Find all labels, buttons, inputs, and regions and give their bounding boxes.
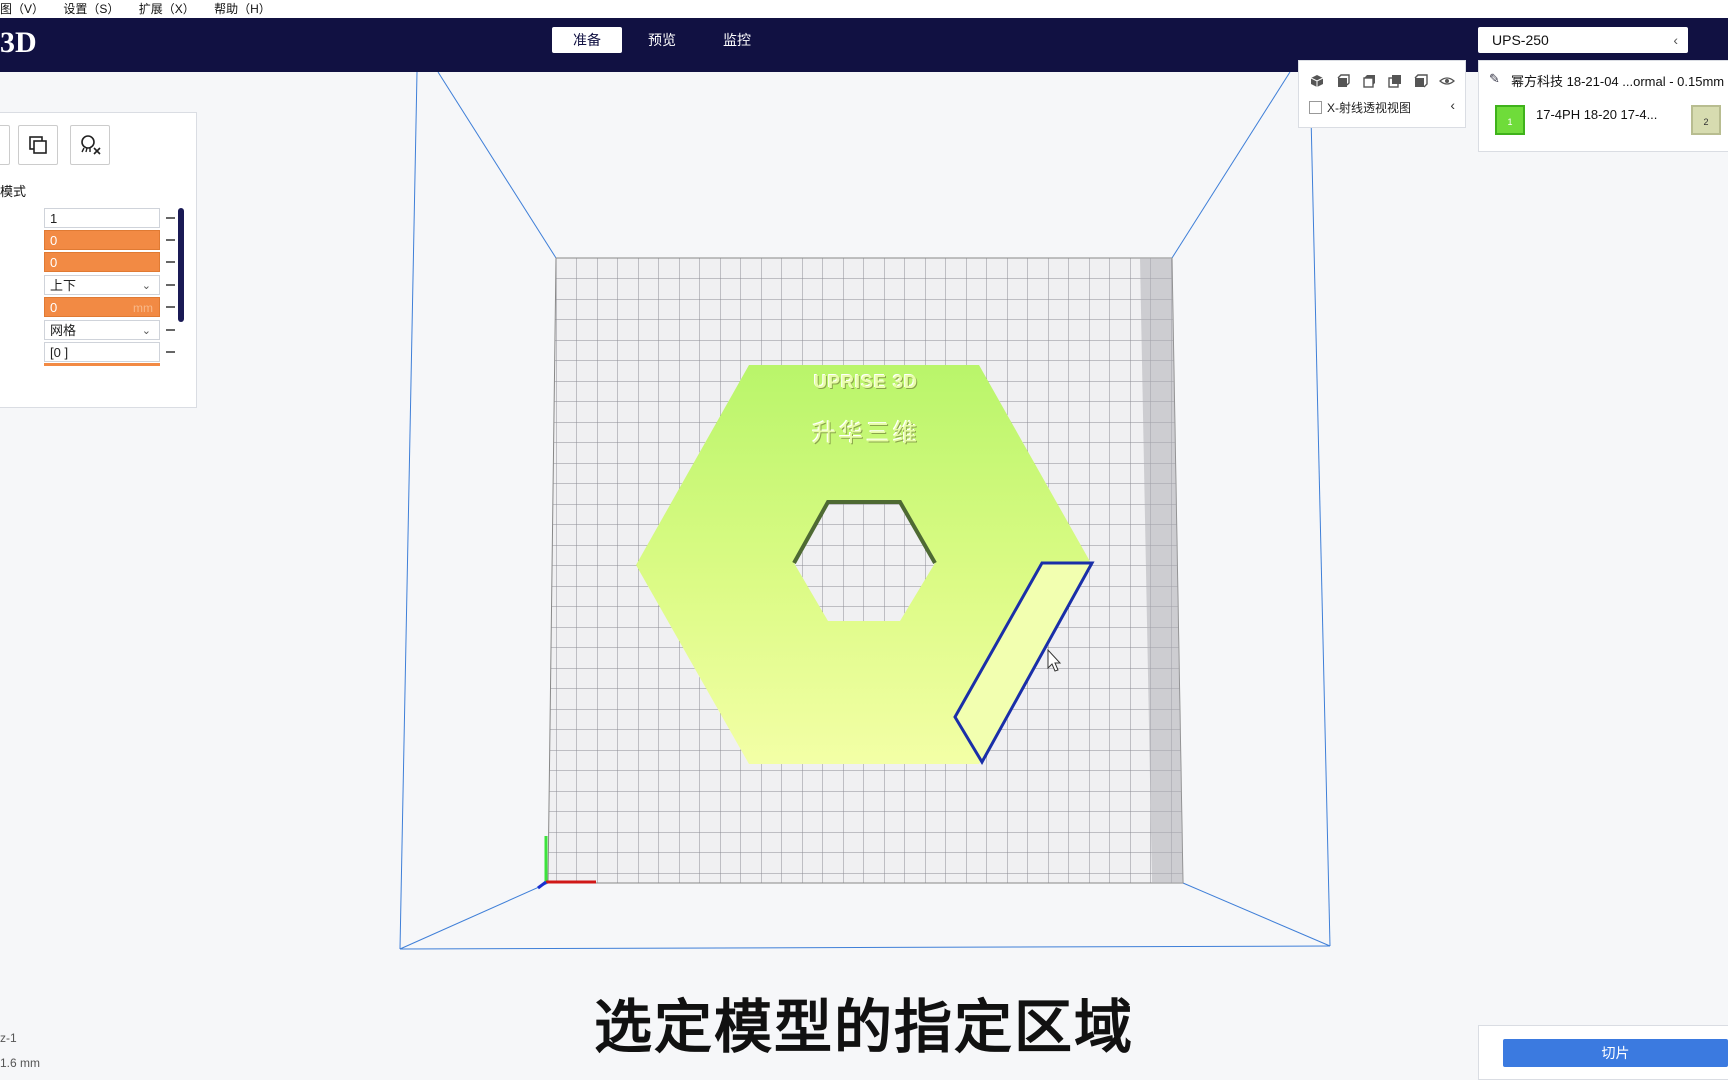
status-line-2: 1.6 mm	[0, 1056, 41, 1070]
mode-label: 模式	[0, 184, 27, 199]
printer-selector[interactable]: UPS-250 ‹	[1478, 27, 1688, 53]
object-list-panel: ✎ 幂方科技 18-21-04 ...ormal - 0.15mm 1 17-4…	[1478, 60, 1728, 152]
field-value: 1	[50, 211, 58, 226]
model-brand-text-cn: 升华三维	[812, 420, 920, 447]
menu-view[interactable]: 图（V）	[0, 0, 44, 18]
printer-name: UPS-250	[1492, 32, 1549, 48]
panel-scrollbar[interactable]	[178, 208, 184, 322]
setting-field-distance[interactable]: 0 mm	[44, 297, 160, 317]
view-options-panel: X-射线透视视图 ‹	[1298, 60, 1466, 128]
field-handle	[166, 329, 175, 331]
tool-button-1[interactable]	[0, 125, 10, 165]
axis-z	[537, 880, 547, 890]
menu-help[interactable]: 帮助（H）	[214, 0, 271, 18]
field-value: [0 ]	[50, 345, 69, 360]
setting-field-2[interactable]: 0	[44, 230, 160, 250]
tab-monitor[interactable]: 监控	[702, 27, 772, 53]
build-viewport[interactable]: UPRISE 3D 升华三维	[0, 72, 1728, 1080]
tool-button-2[interactable]	[18, 125, 58, 165]
xray-label: X-射线透视视图	[1327, 101, 1412, 115]
top-view-icon[interactable]	[1361, 73, 1377, 89]
edit-profile-icon[interactable]: ✎	[1489, 71, 1500, 87]
tab-prepare[interactable]: 准备	[552, 27, 622, 53]
field-handle	[166, 261, 175, 263]
app-header: 3D 准备 预览 监控 UPS-250 ‹	[0, 18, 1728, 72]
field-handle	[166, 284, 175, 286]
field-handle	[166, 306, 175, 308]
field-value: 0	[50, 255, 58, 270]
chevron-down-icon: ⌄	[141, 325, 151, 337]
setting-select-direction[interactable]: 上下 ⌄	[44, 275, 160, 295]
model-2-thumbnail[interactable]: 2	[1691, 105, 1721, 135]
object-settings-panel: 模式 1 0 0 上下 ⌄ 0 mm 网格 ⌄ [0 ]	[0, 112, 197, 408]
field-handle	[166, 217, 175, 219]
menu-extensions[interactable]: 扩展（X）	[139, 0, 195, 18]
field-handle	[166, 239, 175, 241]
menu-settings[interactable]: 设置（S）	[63, 0, 119, 18]
support-remove-icon	[81, 135, 101, 155]
setting-field-1[interactable]: 1	[44, 208, 160, 228]
chevron-down-icon: ⌄	[141, 280, 151, 292]
model-1-name[interactable]: 17-4PH 18-20 17-4...	[1536, 107, 1657, 122]
stage-tabs: 准备 预览 监控	[552, 27, 777, 53]
model-1-thumbnail[interactable]: 1	[1495, 105, 1525, 135]
field-value: 上下	[50, 278, 77, 293]
xray-checkbox[interactable]	[1309, 101, 1322, 114]
field-value: 网格	[50, 323, 77, 338]
tab-preview[interactable]: 预览	[627, 27, 697, 53]
model-brand-text: UPRISE 3D	[813, 372, 919, 392]
setting-field-3[interactable]: 0	[44, 252, 160, 272]
menu-bar: 图（V） 设置（S） 扩展（X） 帮助（H）	[0, 0, 1728, 18]
field-handle	[166, 351, 175, 353]
left-view-icon[interactable]	[1387, 73, 1403, 89]
build-plate-scene	[399, 72, 1331, 950]
slice-button[interactable]: 切片	[1503, 1039, 1728, 1067]
setting-select-pattern[interactable]: 网格 ⌄	[44, 320, 160, 340]
right-view-icon[interactable]	[1413, 73, 1429, 89]
field-value: 0	[50, 300, 58, 315]
field-unit: mm	[133, 301, 153, 315]
material-profile[interactable]: 幂方科技 18-21-04 ...ormal - 0.15mm	[1511, 71, 1724, 90]
copy-layers-icon	[29, 136, 47, 154]
field-orange-underline	[44, 363, 160, 366]
front-view-icon[interactable]	[1335, 73, 1351, 89]
field-value: 0	[50, 233, 58, 248]
iso-view-icon[interactable]	[1309, 73, 1325, 89]
video-caption: 选定模型的指定区域	[593, 995, 1134, 1060]
tool-button-3[interactable]	[70, 125, 110, 165]
eye-icon[interactable]	[1439, 73, 1455, 89]
app-logo: 3D	[0, 26, 37, 59]
chevron-left-icon: ‹	[1673, 32, 1678, 48]
setting-field-list[interactable]: [0 ]	[44, 342, 160, 362]
status-line-1: z-1	[0, 1031, 17, 1045]
chevron-left-icon[interactable]: ‹	[1450, 97, 1455, 113]
